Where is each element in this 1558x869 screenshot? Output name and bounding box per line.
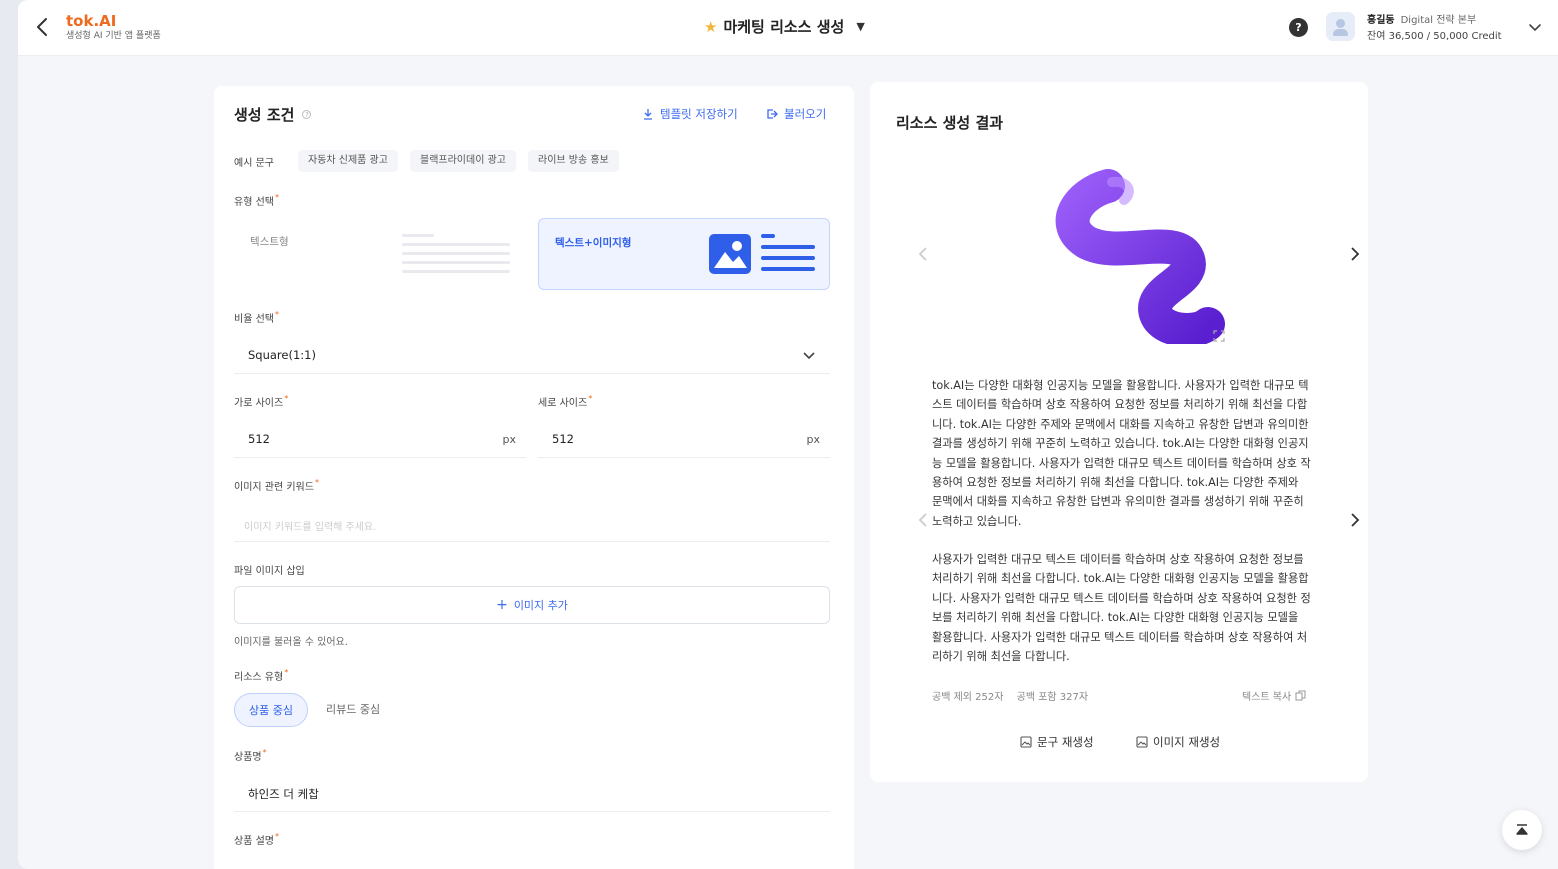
result-paragraph: 사용자가 입력한 대규모 텍스트 데이터를 학습하며 상호 작용하여 요청한 정… xyxy=(932,553,1311,664)
file-hint: 이미지를 불러올 수 있어요. xyxy=(234,637,348,648)
product-name-input[interactable]: 하인즈 더 케찹 xyxy=(234,774,830,812)
expand-icon[interactable] xyxy=(1212,329,1226,343)
top-header: tok.AI 생성형 AI 기반 앱 플랫폼 ★ 마케팅 리소스 생성 ▼ ? … xyxy=(18,0,1558,56)
type-text-image-option[interactable]: 텍스트+이미지형 xyxy=(538,218,830,290)
width-label: 가로 사이즈* xyxy=(234,394,289,409)
text-next-icon[interactable] xyxy=(1346,511,1364,529)
result-title: 리소스 생성 결과 xyxy=(896,114,1004,132)
height-unit: px xyxy=(806,433,821,446)
regenerate-image-label: 이미지 재생성 xyxy=(1153,735,1221,749)
resource-product-toggle[interactable]: 상품 중심 xyxy=(234,693,308,727)
type-text-label: 텍스트형 xyxy=(250,236,289,248)
user-department: Digital 전략 본부 xyxy=(1400,15,1477,26)
app-name: tok.AI xyxy=(66,12,117,30)
ratio-select[interactable]: Square(1:1) xyxy=(234,336,830,374)
file-label: 파일 이미지 삽입 xyxy=(234,566,305,577)
product-desc-label: 상품 설명* xyxy=(234,832,279,847)
back-arrow-icon[interactable] xyxy=(30,14,56,40)
save-template-button[interactable]: 템플릿 저장하기 xyxy=(642,106,738,122)
caret-down-icon: ▼ xyxy=(856,20,865,33)
condition-panel: 생성 조건 ? 템플릿 저장하기 불러오기 예시 문구 자동차 신제품 광고 블… xyxy=(214,86,854,869)
user-name: 홍길동 xyxy=(1367,15,1395,26)
help-icon[interactable]: ? xyxy=(1289,18,1308,37)
scroll-top-button[interactable] xyxy=(1502,810,1542,850)
image-icon xyxy=(1136,736,1148,748)
add-image-button[interactable]: + 이미지 추가 xyxy=(234,586,830,624)
product-name-value: 하인즈 더 케찹 xyxy=(248,787,319,801)
height-label: 세로 사이즈* xyxy=(538,394,593,409)
chevron-down-icon[interactable] xyxy=(1528,20,1542,34)
example-chip[interactable]: 라이브 방송 홍보 xyxy=(528,150,619,172)
user-info[interactable]: 홍길동 Digital 전략 본부 잔여 36,500 / 50,000 Cred… xyxy=(1367,13,1502,45)
product-name-label: 상품명* xyxy=(234,748,267,763)
keyword-placeholder: 이미지 키워드를 입력해 주세요. xyxy=(244,522,377,533)
arrow-up-icon xyxy=(1516,824,1528,835)
width-value: 512 xyxy=(248,432,270,446)
section-title-text: 생성 조건 xyxy=(234,106,295,124)
height-value: 512 xyxy=(552,432,574,446)
credit-status: 잔여 36,500 / 50,000 Credit xyxy=(1367,31,1502,42)
copy-text-button[interactable]: 텍스트 복사 xyxy=(1242,688,1306,703)
count-including-spaces: 공백 포함 327자 xyxy=(1016,692,1089,703)
width-unit: px xyxy=(502,433,517,446)
app-subtitle: 생성형 AI 기반 앱 플랫폼 xyxy=(66,31,161,41)
count-excluding-spaces: 공백 제외 252자 xyxy=(932,692,1004,703)
example-label: 예시 문구 xyxy=(234,158,274,169)
keyword-label: 이미지 관련 키워드* xyxy=(234,478,319,493)
avatar[interactable] xyxy=(1326,12,1355,41)
char-count: 공백 제외 252자 공백 포함 327자 xyxy=(932,688,1098,703)
image-icon xyxy=(1020,736,1032,748)
load-button[interactable]: 불러오기 xyxy=(766,106,826,122)
regenerate-text-button[interactable]: 문구 재생성 xyxy=(1020,734,1094,750)
ratio-value: Square(1:1) xyxy=(248,348,316,362)
regenerate-text-label: 문구 재생성 xyxy=(1037,735,1094,749)
width-input[interactable]: 512 px xyxy=(234,420,526,458)
image-next-icon[interactable] xyxy=(1346,245,1364,263)
save-template-label: 템플릿 저장하기 xyxy=(660,107,738,121)
resource-review-toggle[interactable]: 리뷰드 중심 xyxy=(312,693,394,727)
plus-icon: + xyxy=(496,597,508,613)
import-icon xyxy=(767,109,778,119)
generated-image xyxy=(1055,169,1225,344)
app-logo[interactable]: tok.AI 생성형 AI 기반 앱 플랫폼 xyxy=(66,12,161,42)
app-frame: tok.AI 생성형 AI 기반 앱 플랫폼 ★ 마케팅 리소스 생성 ▼ ? … xyxy=(18,0,1558,869)
copy-icon xyxy=(1295,690,1306,701)
result-panel: 리소스 생성 결과 tok.AI는 다양한 대화형 인공지능 모델을 활용합니다… xyxy=(870,82,1368,782)
type-text-image-label: 텍스트+이미지형 xyxy=(555,237,632,249)
ratio-label: 비율 선택* xyxy=(234,310,279,325)
add-image-label: 이미지 추가 xyxy=(513,599,568,612)
load-label: 불러오기 xyxy=(784,107,827,121)
star-icon: ★ xyxy=(704,17,718,36)
type-label: 유형 선택* xyxy=(234,193,279,208)
page-title: 마케팅 리소스 생성 xyxy=(723,18,845,36)
copy-text-label: 텍스트 복사 xyxy=(1242,692,1292,703)
example-chip[interactable]: 자동차 신제품 광고 xyxy=(298,150,398,172)
height-input[interactable]: 512 px xyxy=(538,420,830,458)
image-prev-icon[interactable] xyxy=(914,245,932,263)
download-icon xyxy=(644,109,652,120)
resource-label: 리소스 유형* xyxy=(234,668,289,683)
info-icon[interactable]: ? xyxy=(302,110,312,119)
result-paragraph: tok.AI는 다양한 대화형 인공지능 모델을 활용합니다. 사용자가 입력한… xyxy=(932,379,1311,528)
page-title-dropdown[interactable]: ★ 마케팅 리소스 생성 ▼ xyxy=(704,16,865,37)
type-text-option[interactable]: 텍스트형 xyxy=(234,218,526,290)
section-title: 생성 조건 ? xyxy=(234,104,312,125)
text-prev-icon[interactable] xyxy=(914,511,932,529)
chevron-down-icon xyxy=(803,352,815,360)
regenerate-image-button[interactable]: 이미지 재생성 xyxy=(1136,734,1220,750)
example-chip[interactable]: 블랙프라이데이 광고 xyxy=(410,150,516,172)
keyword-input[interactable]: 이미지 키워드를 입력해 주세요. xyxy=(234,504,830,542)
image-icon xyxy=(709,234,751,274)
